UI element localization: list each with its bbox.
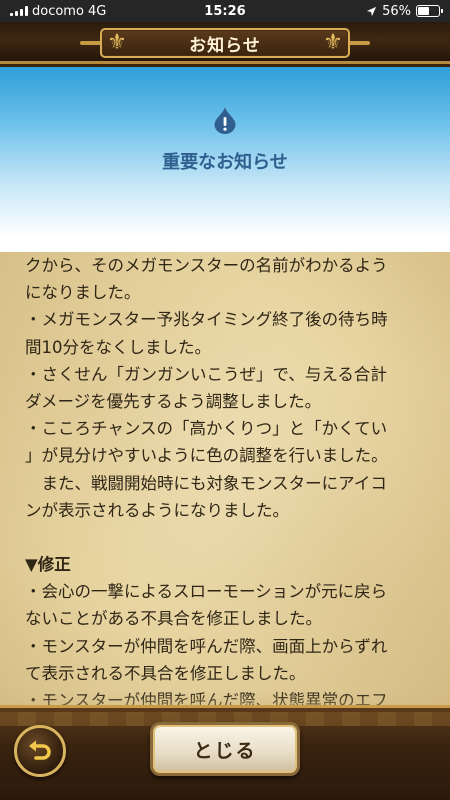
notice-content-scroll[interactable]: クから、そのメガモンスターの名前がわかるよう になりました。・メガモンスター予兆タ… xyxy=(0,252,450,722)
notice-text-line: ンが表示されるようになりました。 xyxy=(25,500,289,520)
notice-text-line: ・さくせん「ガンガンいこうぜ」で、与える合計 xyxy=(25,364,387,384)
carrier-name: docomo xyxy=(32,3,84,19)
notice-text-line: ダメージを優先するよう調整しました。 xyxy=(25,391,322,411)
notice-text-line: て表示される不具合を修正しました。 xyxy=(25,663,306,683)
battery-icon xyxy=(416,5,443,17)
battery-percent: 56% xyxy=(382,3,411,19)
location-arrow-icon xyxy=(367,6,377,16)
network-type: 4G xyxy=(87,3,107,19)
status-right: 56% xyxy=(366,3,443,19)
fleur-ornament-right-icon: ⚜ xyxy=(323,30,343,55)
page-title: お知らせ xyxy=(189,35,261,56)
banner-title: 重要なお知らせ xyxy=(162,152,288,173)
notice-text-line: ・メガモンスター予兆タイミング終了後の待ち時 xyxy=(25,310,388,330)
section-heading: ▼修正 xyxy=(25,555,71,575)
status-left: docomo 4G xyxy=(10,4,366,19)
back-button[interactable] xyxy=(14,725,66,777)
header-bar: お知らせ ⚜ ⚜ xyxy=(0,22,450,64)
notice-text-line: 」が見分けやすいように色の調整を行いました。 xyxy=(25,446,388,466)
notice-text-line: ・モンスターが仲間を呼んだ際、画面上からずれ xyxy=(25,636,388,656)
notice-text-line: になりました。 xyxy=(25,283,141,303)
fleur-ornament-left-icon: ⚜ xyxy=(107,30,127,55)
notice-text-line: ・会心の一撃によるスローモーションが元に戻ら xyxy=(25,582,388,602)
notice-text-line: クから、そのメガモンスターの名前がわかるよう xyxy=(25,256,388,275)
status-bar: docomo 4G 15:26 56% xyxy=(0,0,450,22)
title-plate: お知らせ xyxy=(100,28,350,58)
return-arrow-icon xyxy=(29,740,51,760)
signal-icon xyxy=(10,6,28,16)
notice-text-line xyxy=(25,524,430,551)
notice-text-block: クから、そのメガモンスターの名前がわかるよう になりました。・メガモンスター予兆タ… xyxy=(25,252,430,714)
notice-text-line: ・こころチャンスの「高かくりつ」と「かくてい xyxy=(25,419,388,439)
notice-text-line: また、戦闘開始時にも対象モンスターにアイコ xyxy=(25,473,387,493)
notice-text-line: ないことがある不具合を修正しました。 xyxy=(25,609,322,629)
close-button[interactable]: とじる xyxy=(150,722,300,776)
close-button-label: とじる xyxy=(193,739,257,762)
notice-text-line: 間10分をなくしました。 xyxy=(25,337,211,357)
slime-exclamation-icon xyxy=(214,107,236,134)
